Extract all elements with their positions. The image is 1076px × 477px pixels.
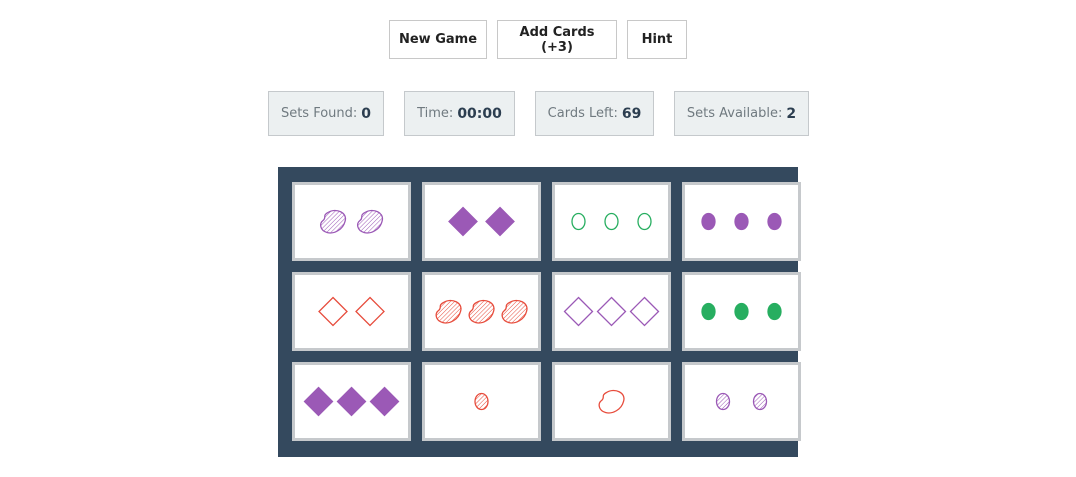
set-card[interactable] bbox=[422, 272, 541, 351]
oval-shape bbox=[715, 392, 731, 411]
oval-shape bbox=[571, 212, 586, 231]
oval-shape bbox=[767, 302, 782, 321]
oval-shape bbox=[474, 392, 489, 411]
set-card[interactable] bbox=[682, 272, 801, 351]
sets-available-value: 2 bbox=[786, 105, 797, 122]
diamond-shape bbox=[318, 296, 348, 327]
diamond-shape bbox=[629, 296, 660, 327]
set-card[interactable] bbox=[422, 362, 541, 441]
oval-shape bbox=[734, 212, 749, 231]
squiggle-shape bbox=[357, 209, 384, 234]
diamond-shape bbox=[485, 206, 515, 237]
cards-left-label: Cards Left: bbox=[547, 106, 618, 121]
squiggle-shape bbox=[501, 299, 528, 324]
squiggle-shape bbox=[598, 389, 625, 414]
oval-shape bbox=[701, 302, 716, 321]
set-card[interactable] bbox=[682, 182, 801, 261]
set-card[interactable] bbox=[682, 362, 801, 441]
hint-button[interactable]: Hint bbox=[627, 20, 687, 59]
diamond-shape bbox=[596, 296, 627, 327]
oval-shape bbox=[734, 302, 749, 321]
new-game-button[interactable]: New Game bbox=[389, 20, 487, 59]
set-card[interactable] bbox=[292, 362, 411, 441]
set-card[interactable] bbox=[292, 182, 411, 261]
set-card[interactable] bbox=[552, 182, 671, 261]
sets-available-stat: Sets Available: 2 bbox=[674, 91, 809, 136]
diamond-shape bbox=[563, 296, 594, 327]
sets-available-label: Sets Available: bbox=[686, 106, 783, 121]
oval-shape bbox=[637, 212, 652, 231]
oval-shape bbox=[701, 212, 716, 231]
set-card[interactable] bbox=[552, 362, 671, 441]
time-stat: Time: 00:00 bbox=[404, 91, 515, 136]
set-card[interactable] bbox=[422, 182, 541, 261]
set-card[interactable] bbox=[552, 272, 671, 351]
oval-shape bbox=[752, 392, 768, 411]
cards-left-value: 69 bbox=[621, 105, 642, 122]
add-cards-button[interactable]: Add Cards (+3) bbox=[497, 20, 617, 59]
squiggle-shape bbox=[468, 299, 495, 324]
squiggle-shape bbox=[435, 299, 462, 324]
set-card[interactable] bbox=[292, 272, 411, 351]
oval-shape bbox=[604, 212, 619, 231]
diamond-shape bbox=[336, 386, 367, 417]
diamond-shape bbox=[355, 296, 385, 327]
game-controls: New Game Add Cards (+3) Hint bbox=[0, 20, 1076, 61]
time-value: 00:00 bbox=[457, 105, 502, 122]
time-label: Time: bbox=[417, 106, 454, 121]
sets-found-value: 0 bbox=[361, 105, 372, 122]
diamond-shape bbox=[369, 386, 400, 417]
sets-found-label: Sets Found: bbox=[280, 106, 358, 121]
sets-found-stat: Sets Found: 0 bbox=[268, 91, 384, 136]
cards-left-stat: Cards Left: 69 bbox=[535, 91, 654, 136]
oval-shape bbox=[767, 212, 782, 231]
game-stats: Sets Found: 0 Time: 00:00 Cards Left: 69… bbox=[0, 91, 1076, 137]
squiggle-shape bbox=[320, 209, 347, 234]
card-board bbox=[278, 167, 801, 457]
diamond-shape bbox=[303, 386, 334, 417]
diamond-shape bbox=[448, 206, 478, 237]
